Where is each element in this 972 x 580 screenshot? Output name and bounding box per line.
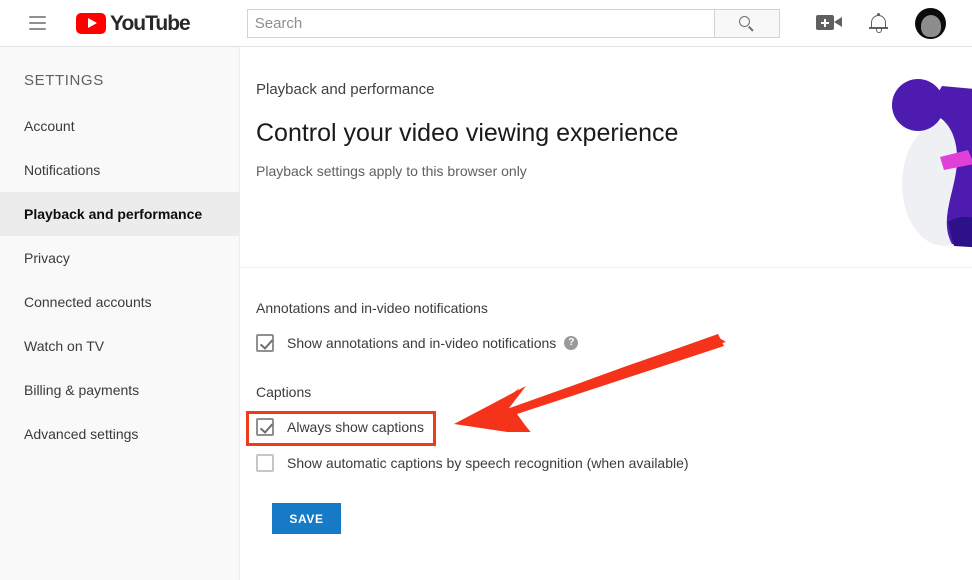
search-button[interactable] bbox=[713, 8, 780, 38]
sidebar-item-label: Playback and performance bbox=[24, 206, 203, 222]
sidebar-item-billing-and-payments[interactable]: Billing & payments bbox=[0, 368, 239, 412]
account-avatar[interactable] bbox=[915, 7, 946, 39]
sidebar-item-label: Privacy bbox=[24, 250, 70, 266]
option-row-always-show-captions: Always show captions bbox=[256, 418, 972, 436]
main-content: Playback and performance Control your vi… bbox=[240, 47, 972, 580]
search-bar bbox=[246, 8, 780, 38]
sidebar-item-label: Billing & payments bbox=[24, 382, 140, 398]
sidebar-item-privacy[interactable]: Privacy bbox=[0, 236, 239, 280]
breadcrumb: Playback and performance bbox=[256, 81, 435, 98]
search-input[interactable] bbox=[246, 8, 714, 38]
youtube-settings-page: YouTube Search SETTINGS Account Notifica… bbox=[0, 0, 972, 580]
page-title: Control your video viewing experience bbox=[256, 119, 679, 147]
hero-section: Playback and performance Control your vi… bbox=[240, 47, 972, 268]
youtube-logo[interactable]: YouTube bbox=[76, 11, 191, 35]
section-label-captions: Captions bbox=[256, 384, 312, 400]
sidebar-item-connected-accounts[interactable]: Connected accounts bbox=[0, 280, 239, 324]
hamburger-menu-icon[interactable] bbox=[29, 11, 53, 35]
page-subtitle: Playback settings apply to this browser … bbox=[256, 163, 527, 179]
create-video-icon[interactable] bbox=[816, 14, 842, 32]
sidebar-item-label: Watch on TV bbox=[24, 338, 105, 354]
search-icon bbox=[739, 15, 754, 32]
sidebar-item-advanced-settings[interactable]: Advanced settings bbox=[0, 412, 239, 456]
automatic-captions-label: Show automatic captions by speech recogn… bbox=[287, 455, 689, 471]
sidebar-item-label: Notifications bbox=[24, 162, 101, 178]
always-show-captions-label: Always show captions bbox=[287, 419, 424, 435]
option-row-show-annotations: Show annotations and in-video notificati… bbox=[256, 334, 972, 352]
top-header-bar: YouTube bbox=[0, 0, 972, 47]
save-button[interactable]: SAVE bbox=[272, 503, 341, 534]
section-label-annotations: Annotations and in-video notifications bbox=[256, 300, 488, 316]
automatic-captions-checkbox[interactable] bbox=[256, 454, 274, 472]
sidebar-item-watch-on-tv[interactable]: Watch on TV bbox=[0, 324, 239, 368]
sidebar-item-label: Advanced settings bbox=[24, 426, 139, 442]
settings-body: Annotations and in-video notifications S… bbox=[240, 268, 972, 534]
youtube-play-icon bbox=[76, 12, 106, 34]
sidebar-title: SETTINGS bbox=[24, 72, 104, 89]
sidebar-item-playback-and-performance[interactable]: Playback and performance bbox=[0, 192, 239, 236]
show-annotations-checkbox[interactable] bbox=[256, 334, 274, 352]
settings-sidebar: SETTINGS Account Notifications Playback … bbox=[0, 47, 240, 580]
show-annotations-label: Show annotations and in-video notificati… bbox=[287, 335, 557, 351]
sidebar-item-account[interactable]: Account bbox=[0, 104, 239, 148]
decorative-illustration bbox=[892, 79, 972, 248]
youtube-logo-text: YouTube bbox=[110, 11, 191, 35]
notifications-bell-icon[interactable] bbox=[869, 12, 888, 34]
sidebar-item-label: Connected accounts bbox=[24, 294, 152, 310]
always-show-captions-checkbox[interactable] bbox=[256, 418, 274, 436]
help-icon[interactable]: ? bbox=[564, 336, 579, 350]
option-row-automatic-captions: Show automatic captions by speech recogn… bbox=[256, 454, 972, 472]
sidebar-item-list: Account Notifications Playback and perfo… bbox=[0, 104, 239, 456]
header-icon-group bbox=[816, 7, 946, 39]
sidebar-item-label: Account bbox=[24, 118, 75, 134]
sidebar-item-notifications[interactable]: Notifications bbox=[0, 148, 239, 192]
